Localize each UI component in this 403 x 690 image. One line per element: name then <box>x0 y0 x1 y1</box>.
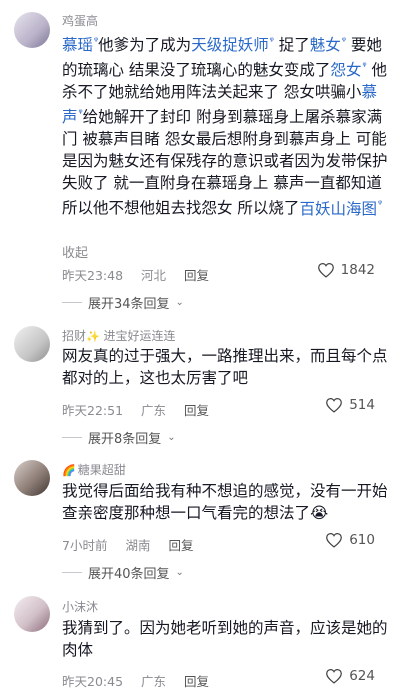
like-button[interactable]: 624 <box>325 668 375 684</box>
expand-replies-button[interactable]: 展开40条回复 ⌄ <box>62 563 184 582</box>
like-count: 624 <box>349 668 375 684</box>
comment-username[interactable]: 小沫沐 <box>62 598 98 615</box>
avatar[interactable] <box>14 326 50 362</box>
expand-replies-button[interactable]: 展开8条回复 ⌄ <box>62 428 176 447</box>
comment-time: 7小时前 <box>62 538 108 553</box>
rainbow-icon: 🌈 <box>62 464 76 477</box>
comment-time: 昨天20:45 <box>62 674 124 689</box>
chevron-down-icon: ⌄ <box>175 567 184 578</box>
comment-text: 我觉得后面给我有种不想追的感觉，没有一开始查亲密度那种想一口气看完的想法了😭 <box>62 482 388 522</box>
comment-text: 我猜到了。因为她老听到她的声音，应该是她的肉体 <box>62 619 388 659</box>
comment-time: 昨天23:48 <box>62 268 124 283</box>
comment-item: 招财✨ 进宝好运连连 网友真的过于强大，一路推理出来，而且每个点都对的上，这也太… <box>0 318 403 453</box>
like-count: 514 <box>349 397 375 413</box>
collapse-button[interactable]: 收起 <box>62 242 88 261</box>
chevron-down-icon: ⌄ <box>175 297 184 308</box>
like-count: 610 <box>349 532 375 548</box>
expand-replies-button[interactable]: 展开34条回复 ⌄ <box>62 293 184 312</box>
comment-location: 广东 <box>141 403 167 418</box>
like-button[interactable]: 514 <box>325 397 375 413</box>
search-link[interactable]: 百妖山海图ᵠ <box>299 199 383 217</box>
reply-button[interactable]: 回复 <box>168 538 193 553</box>
search-link[interactable]: 魅女ᵠ <box>310 36 346 54</box>
divider <box>62 302 82 303</box>
avatar[interactable] <box>14 596 50 632</box>
comment-location: 湖南 <box>125 538 151 553</box>
reply-button[interactable]: 回复 <box>184 674 209 689</box>
comment-meta: 昨天20:45 广东 回复 <box>62 671 223 690</box>
heart-outline-icon <box>326 532 343 548</box>
comment-item: 🌈 糖果超甜 我觉得后面给我有种不想追的感觉，没有一开始查亲密度那种想一口气看完的… <box>0 453 403 593</box>
comment-username[interactable]: 招财✨ 进宝好运连连 <box>62 327 176 344</box>
comment-time: 昨天22:51 <box>62 403 124 418</box>
comment-username[interactable]: 鸡蛋高 <box>62 12 98 29</box>
search-link[interactable]: 慕瑶ᵠ <box>62 36 98 54</box>
comment-text: 慕瑶ᵠ他爹为了成为天级捉妖师ᵠ 捉了魅女ᵠ 要她的琉璃心 结果没了琉璃心的魅女变… <box>62 36 388 218</box>
comment-username[interactable]: 🌈 糖果超甜 <box>62 461 126 478</box>
like-button[interactable]: 610 <box>325 532 375 548</box>
comment-meta: 昨天22:51 广东 回复 <box>62 400 223 419</box>
comment-meta: 昨天23:48 河北 回复 <box>62 265 223 284</box>
reply-button[interactable]: 回复 <box>184 268 209 283</box>
reply-button[interactable]: 回复 <box>184 403 209 418</box>
comment-location: 广东 <box>141 674 167 689</box>
like-count: 1842 <box>340 262 375 278</box>
search-link[interactable]: 天级捉妖师ᵠ <box>191 36 274 54</box>
search-link[interactable]: 怨女ᵠ <box>330 61 366 79</box>
sparkle-icon: ✨ <box>86 330 100 343</box>
comment-item: 小沫沐 我猜到了。因为她老听到她的声音，应该是她的肉体 昨天20:45 广东 回… <box>0 593 403 690</box>
like-button[interactable]: 1842 <box>317 262 375 278</box>
comment-location: 河北 <box>141 268 167 283</box>
divider <box>62 437 82 438</box>
comment-text: 网友真的过于强大，一路推理出来，而且每个点都对的上，这也太厉害了吧 <box>62 347 388 387</box>
avatar[interactable] <box>14 460 50 496</box>
divider <box>62 572 82 573</box>
heart-outline-icon <box>326 668 343 684</box>
comment-item: 鸡蛋高 慕瑶ᵠ他爹为了成为天级捉妖师ᵠ 捉了魅女ᵠ 要她的琉璃心 结果没了琉璃心… <box>0 0 403 318</box>
avatar[interactable] <box>14 12 50 48</box>
heart-outline-icon <box>326 397 343 413</box>
chevron-down-icon: ⌄ <box>167 432 176 443</box>
comment-meta: 7小时前 湖南 回复 <box>62 535 207 554</box>
search-tag-icon: ᵠ <box>377 199 383 211</box>
heart-outline-icon <box>317 262 334 278</box>
